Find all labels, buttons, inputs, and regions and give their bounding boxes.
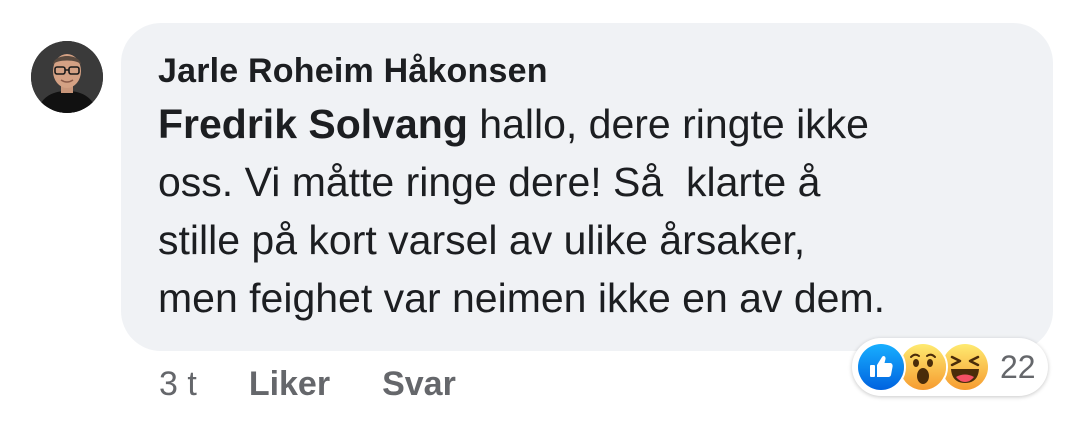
timestamp[interactable]: 3 t <box>159 365 197 404</box>
reaction-count: 22 <box>1000 348 1036 385</box>
mention-link[interactable]: Fredrik Solvang <box>158 101 468 147</box>
avatar[interactable] <box>31 41 103 113</box>
comment-body: Fredrik Solvang hallo, dere ringte ikke … <box>158 95 1028 327</box>
comment-author[interactable]: Jarle Roheim Håkonsen <box>158 51 1023 91</box>
reply-button[interactable]: Svar <box>382 365 456 404</box>
like-button[interactable]: Liker <box>249 365 330 404</box>
comment-actions: 3 t Liker Svar <box>159 362 456 406</box>
like-icon <box>856 342 906 392</box>
comment-bubble: Jarle Roheim Håkonsen Fredrik Solvang ha… <box>121 23 1053 351</box>
reactions-summary[interactable]: 22 <box>852 338 1048 396</box>
